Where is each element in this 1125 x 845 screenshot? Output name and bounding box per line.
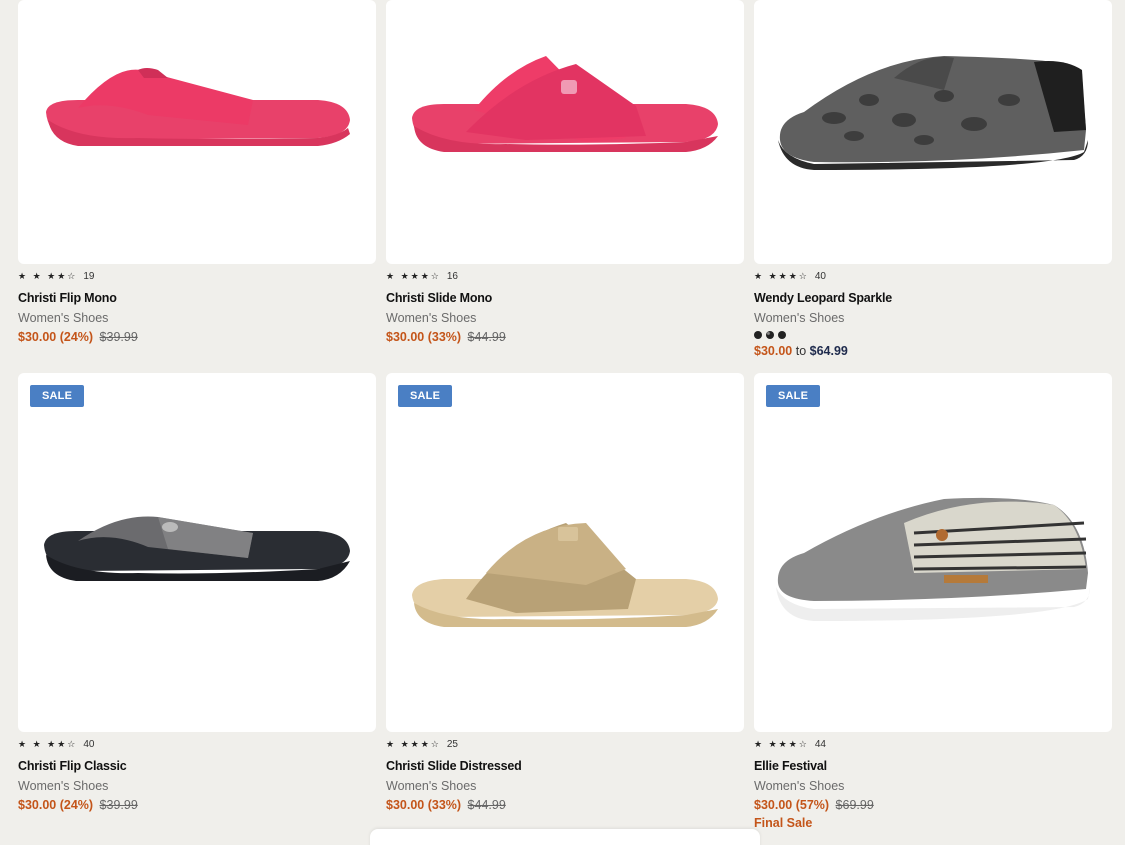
price-low: $30.00 [754,344,793,358]
review-count: 19 [83,270,95,282]
sale-price: $30.00 (24%) [18,798,94,812]
product-title[interactable]: Christi Flip Mono [18,291,376,305]
price: $30.00 (33%) $44.99 [386,330,744,344]
review-count: 16 [446,270,458,282]
product-image[interactable]: SALE [386,373,744,732]
star-rating-icon: ★ ★ ★★☆ [18,738,78,749]
rating: ★ ★★★☆ 40 [754,270,1112,282]
final-sale-label: Final Sale [754,816,813,830]
product-image[interactable] [18,0,376,264]
color-swatch[interactable] [778,330,786,339]
product-card[interactable]: SALE ★ ★★★☆ 25 Christi Slide Distressed … [386,373,744,812]
rating: ★ ★★★☆ 25 [386,738,744,750]
price: $30.00 (57%) $69.99 [754,798,1112,812]
product-card[interactable]: SALE ★ ★ ★★☆ 40 Christi Flip Classic Wom… [18,373,376,812]
price: $30.00 (24%) $39.99 [18,798,376,812]
product-category: Women's Shoes [18,311,109,325]
star-rating-icon: ★ ★★★☆ [754,270,809,281]
product-card[interactable]: ★ ★★★☆ 16 Christi Slide Mono Women's Sho… [386,0,744,344]
original-price: $39.99 [99,330,138,344]
tan-slide-image [412,523,718,627]
price-to: to [795,344,807,358]
product-category: Women's Shoes [754,311,845,325]
original-price: $39.99 [99,798,138,812]
striped-loafer-image [776,497,1090,621]
product-category: Women's Shoes [386,779,477,793]
product-title[interactable]: Christi Slide Mono [386,291,744,305]
product-title[interactable]: Ellie Festival [754,759,1112,773]
color-swatches [754,330,1112,339]
star-rating-icon: ★ ★★★☆ [386,738,441,749]
sale-price: $30.00 (33%) [386,330,462,344]
product-category: Women's Shoes [386,311,477,325]
product-image[interactable] [386,0,744,264]
leopard-loafer-image [778,56,1088,170]
star-rating-icon: ★ ★★★☆ [386,270,441,281]
bottom-sheet[interactable] [370,829,760,845]
black-flip-flop-image [44,516,350,581]
product-card[interactable]: SALE ★ ★★★☆ 44 Ellie Festival Women's Sh… [754,373,1112,830]
rating: ★ ★★★☆ 44 [754,738,1112,750]
sale-price: $30.00 (24%) [18,330,94,344]
product-image[interactable]: SALE [18,373,376,732]
product-title[interactable]: Wendy Leopard Sparkle [754,291,1112,305]
product-title[interactable]: Christi Flip Classic [18,759,376,773]
rating: ★ ★★★☆ 16 [386,270,744,282]
review-count: 25 [446,738,458,750]
price: $30.00 (24%) $39.99 [18,330,376,344]
price-range: $30.00 to $64.99 [754,344,1112,358]
product-category: Women's Shoes [754,779,845,793]
sale-price: $30.00 (57%) [754,798,830,812]
price-high: $64.99 [809,344,848,358]
pink-flip-flop-image [46,68,350,146]
color-swatch[interactable] [754,330,762,339]
product-image[interactable]: SALE [754,373,1112,732]
product-card[interactable]: ★ ★ ★★☆ 19 Christi Flip Mono Women's Sho… [18,0,376,344]
review-count: 44 [814,738,826,750]
star-rating-icon: ★ ★★★☆ [754,738,809,749]
product-title[interactable]: Christi Slide Distressed [386,759,744,773]
review-count: 40 [83,738,95,750]
star-rating-icon: ★ ★ ★★☆ [18,270,78,281]
product-image[interactable] [754,0,1112,264]
pink-slide-image [412,56,718,152]
product-category: Women's Shoes [18,779,109,793]
product-card[interactable]: ★ ★★★☆ 40 Wendy Leopard Sparkle Women's … [754,0,1112,358]
sale-price: $30.00 (33%) [386,798,462,812]
rating: ★ ★ ★★☆ 40 [18,738,376,750]
review-count: 40 [814,270,826,282]
color-swatch[interactable] [766,330,774,339]
price: $30.00 (33%) $44.99 [386,798,744,812]
original-price: $69.99 [835,798,874,812]
rating: ★ ★ ★★☆ 19 [18,270,376,282]
original-price: $44.99 [467,330,506,344]
original-price: $44.99 [467,798,506,812]
